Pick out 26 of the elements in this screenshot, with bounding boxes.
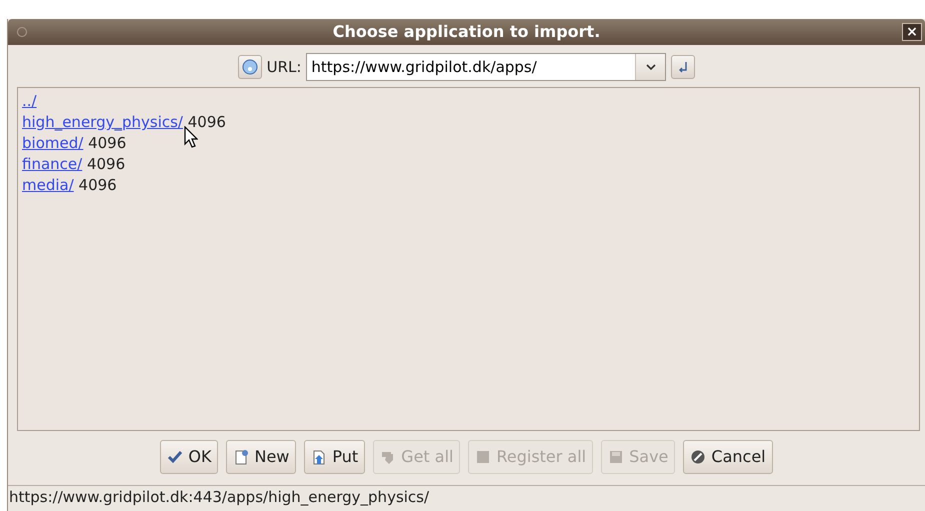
new-document-icon <box>233 449 250 465</box>
folder-size: 4096 <box>78 176 117 194</box>
mouse-pointer-icon <box>184 126 198 148</box>
url-label: URL: <box>266 56 302 78</box>
status-bar: https://www.gridpilot.dk:443/apps/high_energy_physics/ <box>8 485 925 509</box>
dialog-button[interactable]: Cancel <box>683 440 773 474</box>
dropdown-caret-icon[interactable] <box>635 54 666 80</box>
dialog-button[interactable]: Put <box>304 440 366 474</box>
dialog-button[interactable]: OK <box>160 440 218 474</box>
folder-size: 4096 <box>87 134 126 152</box>
folder-link[interactable]: media/ <box>22 176 74 194</box>
dialog-button[interactable]: New <box>226 440 296 474</box>
folder-link[interactable]: biomed/ <box>22 134 84 152</box>
folder-link[interactable]: finance/ <box>22 155 82 173</box>
checkmark-icon <box>167 449 184 465</box>
enter-icon[interactable] <box>671 55 696 79</box>
close-button[interactable]: × <box>902 23 922 41</box>
folder-link[interactable]: ../ <box>22 92 37 110</box>
upload-document-icon <box>311 449 328 465</box>
folder-link[interactable]: high_energy_physics/ <box>22 113 183 131</box>
folder-size: 4096 <box>186 113 226 131</box>
folder-size: 4096 <box>86 155 126 173</box>
window-title: Choose application to import. <box>332 21 600 43</box>
square-icon <box>475 449 492 465</box>
url-field[interactable]: https://www.gridpilot.dk/apps/ <box>306 53 666 81</box>
cancel-icon <box>690 449 706 465</box>
